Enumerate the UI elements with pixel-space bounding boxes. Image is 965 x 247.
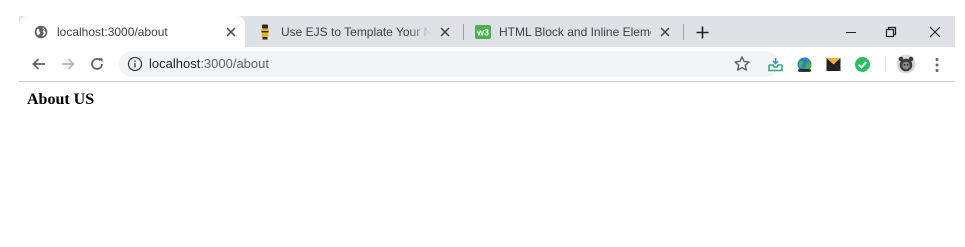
globe-icon [33, 24, 49, 40]
browser-window: localhost:3000/about Use EJS to Template… [0, 0, 965, 247]
kebab-menu-icon[interactable] [928, 56, 945, 73]
tab-use-ejs[interactable]: Use EJS to Template Your Node Applicatio… [247, 16, 461, 47]
tab-title: HTML Block and Inline Elements [499, 24, 651, 39]
tab-close-icon[interactable] [223, 24, 239, 40]
info-icon[interactable] [127, 56, 143, 72]
ejs-icon [257, 24, 273, 40]
forward-arrow-icon[interactable] [56, 52, 80, 76]
inbox-extension-icon[interactable] [767, 56, 784, 73]
address-bar[interactable]: localhost:3000/about [119, 51, 779, 77]
tab-strip: localhost:3000/about Use EJS to Template… [19, 16, 955, 47]
star-icon[interactable] [733, 55, 751, 73]
tab-title: localhost:3000/about [57, 24, 168, 39]
profile-avatar[interactable] [896, 54, 916, 74]
earth-extension-icon[interactable] [796, 56, 813, 73]
url-text: localhost:3000/about [149, 56, 269, 72]
page-heading: About US [27, 91, 95, 108]
toolbar-divider [885, 56, 886, 72]
tab-close-icon[interactable] [437, 24, 453, 40]
page-viewport: About US [19, 82, 955, 247]
svg-text:w3: w3 [476, 27, 489, 37]
plus-icon[interactable] [692, 22, 712, 42]
minimize-icon[interactable] [831, 16, 871, 47]
tab-separator [463, 24, 464, 40]
tab-html-block-inline[interactable]: w3 HTML Block and Inline Elements [465, 16, 681, 47]
envelope-extension-icon[interactable] [825, 56, 842, 73]
reload-icon[interactable] [85, 52, 109, 76]
tab-separator [683, 24, 684, 40]
url-host: localhost [149, 56, 201, 71]
close-icon[interactable] [915, 16, 955, 47]
url-path: :3000/about [200, 56, 269, 71]
checkmark-extension-icon[interactable] [854, 56, 871, 73]
tab-close-icon[interactable] [657, 24, 673, 40]
tab-title: Use EJS to Template Your Node Applicatio… [281, 24, 431, 39]
tab-localhost-about[interactable]: localhost:3000/about [19, 16, 245, 47]
back-arrow-icon[interactable] [27, 52, 51, 76]
restore-icon[interactable] [871, 16, 911, 47]
w3schools-icon: w3 [475, 24, 491, 40]
browser-toolbar: localhost:3000/about [19, 47, 955, 82]
